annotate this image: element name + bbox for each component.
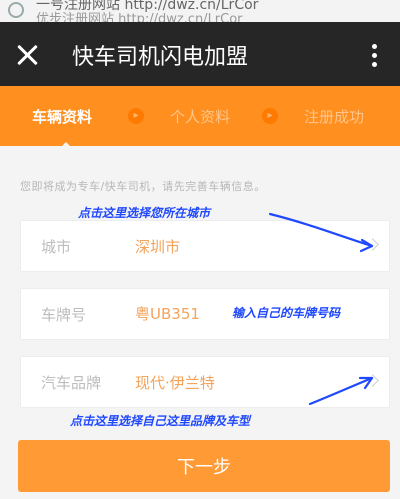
- brand-value: 现代·伊兰特: [135, 374, 215, 392]
- browser-url-strip: 一号注册网站 http://dwz.cn/LrCor 优步注册网站 http:/…: [0, 0, 400, 22]
- plate-label: 车牌号: [41, 306, 87, 324]
- chevron-right-icon: [366, 374, 379, 387]
- screen: 一号注册网站 http://dwz.cn/LrCor 优步注册网站 http:/…: [0, 0, 400, 499]
- step-arrow-icon: ▸: [128, 108, 144, 124]
- close-icon[interactable]: [14, 42, 40, 68]
- app-bar: 快车司机闪电加盟: [0, 22, 400, 86]
- brand-annotation: 点击这里选择自己这里品牌及车型: [70, 414, 251, 428]
- next-step-button[interactable]: 下一步: [18, 440, 390, 492]
- step-registration-success: 注册成功: [304, 108, 365, 126]
- city-selector[interactable]: 城市 深圳市: [20, 220, 390, 272]
- active-step-pointer: [58, 142, 74, 150]
- brand-selector[interactable]: 汽车品牌 现代·伊兰特: [20, 356, 390, 408]
- hint-text: 您即将成为专车/快车司机，请先完善车辆信息。: [20, 180, 266, 193]
- chevron-right-icon: [366, 238, 379, 251]
- step-arrow-icon: ▸: [262, 108, 278, 124]
- city-value: 深圳市: [135, 238, 181, 256]
- page-title: 快车司机闪电加盟: [72, 45, 249, 70]
- headset-icon: [8, 2, 24, 18]
- url-line-2: 优步注册网站 http://dwz.cn/LrCor: [36, 12, 243, 22]
- plate-input[interactable]: [135, 304, 245, 322]
- more-vert-icon[interactable]: [368, 42, 382, 68]
- step-personal-info: 个人资料: [170, 108, 231, 126]
- plate-annotation: 输入自己的车牌号码: [232, 306, 341, 320]
- city-label: 城市: [41, 238, 72, 256]
- brand-label: 汽车品牌: [41, 374, 102, 392]
- step-vehicle-info: 车辆资料: [32, 108, 93, 126]
- city-annotation: 点击这里选择您所在城市: [78, 206, 211, 220]
- step-indicator: 车辆资料 ▸ 个人资料 ▸ 注册成功: [0, 86, 400, 146]
